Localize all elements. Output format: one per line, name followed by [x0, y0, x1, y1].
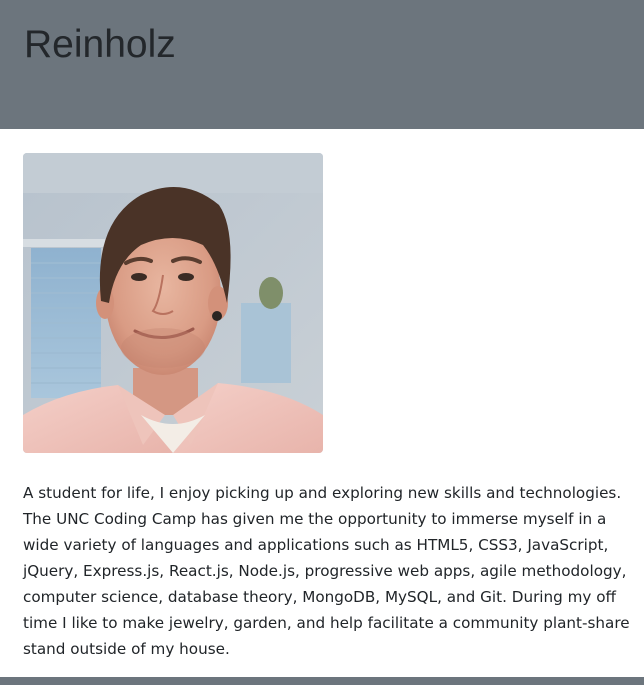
site-header: Reinholz [0, 0, 644, 129]
profile-photo [23, 153, 323, 453]
bio-text: A student for life, I enjoy picking up a… [23, 484, 630, 658]
site-footer [0, 677, 644, 685]
page-title: Reinholz [24, 23, 176, 66]
